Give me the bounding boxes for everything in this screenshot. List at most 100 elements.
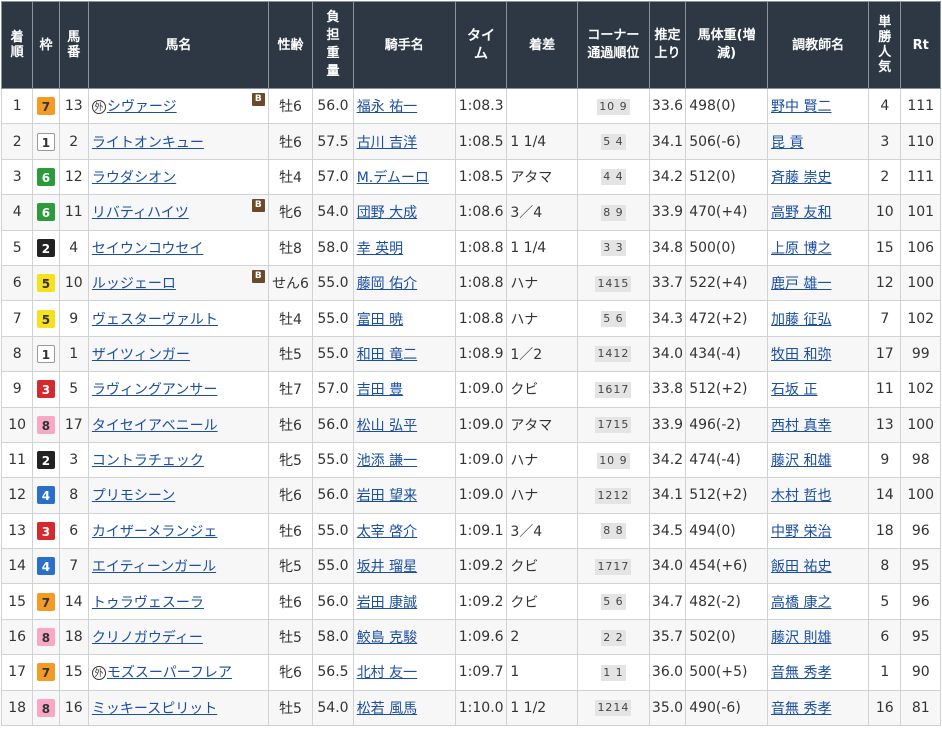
frame-cell: 7 [32,654,60,691]
margin-cell: クビ [506,583,579,620]
popularity-rank: 2 [880,168,890,185]
frame-badge: 8 [36,698,55,717]
last-3f-time: 35.7 [651,629,684,646]
horse-name-link[interactable]: シヴァージ [107,99,177,115]
popularity-rank: 14 [875,487,894,504]
horse-name-link[interactable]: トゥラヴェスーラ [92,595,204,611]
margin-cell: ハナ [506,441,579,479]
jockey-link[interactable]: 吉田 豊 [357,382,403,398]
trainer-link[interactable]: 石坂 正 [771,382,817,398]
rating-cell: 100 [900,264,941,302]
trainer-link[interactable]: 木村 哲也 [771,488,831,504]
corner-cell: 1715 [577,406,650,443]
body-weight-cell: 474(-4) [685,441,769,479]
trainer-link[interactable]: 野中 賢二 [771,99,831,115]
rank-value: 15 [8,593,27,610]
sex-age-cell: 牡4 [267,158,314,196]
jockey-link[interactable]: 岩田 康誠 [357,595,417,611]
trainer-link[interactable]: 昆 貢 [771,135,803,151]
time-cell: 1:10.0 [454,689,508,727]
rating-cell: 102 [900,300,941,337]
table-row: 15 7 14 トゥラヴェスーラ 牡6 56.0 岩田 康誠 1:09.2 クビ 5 6 34.7 4… [0,583,941,620]
trainer-link[interactable]: 斉藤 崇史 [771,170,831,186]
corner-positions: 1415 [595,275,632,292]
horse-name-link[interactable]: リバティハイツ [92,205,189,221]
trainer-cell: 西村 真幸 [767,406,870,443]
trainer-link[interactable]: 音無 秀孝 [771,665,831,681]
jockey-link[interactable]: 古川 吉洋 [357,135,417,151]
body-weight: 498(0) [689,98,736,115]
rating-value: 98 [911,452,930,469]
margin-cell: クビ [506,371,579,408]
jockey-link[interactable]: 北村 友一 [357,665,417,681]
jockey-link[interactable]: 坂井 瑠星 [357,559,417,575]
margin-value: 1 1/2 [510,699,547,716]
rank-value: 12 [8,487,27,504]
horse-name-link[interactable]: ラウダシオン [92,170,176,186]
sex-age-cell: 牝5 [267,548,314,585]
carried-weight: 56.5 [317,664,349,681]
horse-name-link[interactable]: ルッジェーロ [92,276,176,292]
jockey-link[interactable]: 太宰 啓介 [357,524,417,540]
corner-cell: 2 2 [577,618,650,656]
popularity-rank: 16 [875,699,894,716]
sex-age-cell: 牝5 [267,441,314,479]
jockey-link[interactable]: 団野 大成 [357,205,417,221]
horse-name-link[interactable]: カイザーメランジェ [92,524,217,540]
trainer-link[interactable]: 藤沢 則雄 [771,630,831,646]
jockey-link[interactable]: 岩田 望来 [357,488,417,504]
weight-cell: 54.0 [312,194,354,231]
trainer-link[interactable]: 鹿戸 雄一 [771,276,831,292]
horse-name-cell: ヴェスターヴァルト [87,300,269,337]
horse-name-link[interactable]: ミッキースピリット [92,701,217,717]
rating-cell: 100 [900,406,941,443]
horse-name-link[interactable]: コントラチェック [92,453,204,469]
carried-weight: 57.0 [317,168,349,185]
jockey-link[interactable]: M.デムーロ [357,170,429,186]
horse-number-cell: 2 [58,123,89,160]
rating-cell: 90 [900,654,941,691]
trainer-link[interactable]: 飯田 祐史 [771,559,831,575]
trainer-link[interactable]: 加藤 征弘 [771,312,831,328]
jockey-link[interactable]: 池添 謙一 [357,453,417,469]
margin-cell [506,87,579,125]
horse-name-link[interactable]: ザイツィンガー [92,347,190,363]
horse-name-link[interactable]: エイティーンガール [92,559,216,575]
last3f-cell: 33.9 [648,194,687,231]
corner-positions: 1717 [595,558,632,575]
carried-weight: 57.5 [317,133,349,150]
horse-name-link[interactable]: モズスーパーフレア [107,665,232,681]
rating-value: 111 [907,98,935,115]
horse-number: 5 [69,381,79,398]
jockey-link[interactable]: 藤岡 佑介 [357,276,417,292]
horse-name-link[interactable]: セイウンコウセイ [92,241,203,257]
jockey-link[interactable]: 和田 竜二 [357,347,417,363]
horse-name-link[interactable]: ラヴィングアンサー [92,382,217,398]
jockey-link[interactable]: 富田 暁 [357,312,403,328]
horse-name-link[interactable]: ヴェスターヴァルト [92,312,218,328]
horse-name-link[interactable]: クリノガウディー [92,630,203,646]
jockey-link[interactable]: 福永 祐一 [357,99,417,115]
jockey-link[interactable]: 幸 英明 [357,241,403,257]
horse-name-link[interactable]: ライトオンキュー [92,135,204,151]
popularity-rank: 13 [875,416,894,433]
rank-cell: 5 [0,229,34,266]
trainer-link[interactable]: 音無 秀孝 [771,701,831,717]
trainer-link[interactable]: 高橋 康之 [771,595,831,611]
header-rank-label: 着順 [10,30,24,60]
trainer-link[interactable]: 高野 友和 [771,205,831,221]
horse-name-link[interactable]: プリモシーン [92,488,175,504]
body-weight: 474(-4) [689,452,741,469]
jockey-link[interactable]: 松若 風馬 [357,701,417,717]
horse-name-link[interactable]: タイセイアベニール [92,418,218,434]
weight-cell: 54.0 [312,689,354,727]
jockey-link[interactable]: 松山 弘平 [357,418,417,434]
trainer-link[interactable]: 藤沢 和雄 [771,453,831,469]
jockey-link[interactable]: 鮫島 克駿 [357,630,417,646]
sex-age-cell: 牡7 [267,371,314,408]
trainer-link[interactable]: 西村 真幸 [771,418,831,434]
trainer-link[interactable]: 牧田 和弥 [771,347,831,363]
header-corner-label: コーナー通過順位 [587,28,640,61]
trainer-link[interactable]: 上原 博之 [771,241,831,257]
trainer-link[interactable]: 中野 栄治 [771,524,831,540]
